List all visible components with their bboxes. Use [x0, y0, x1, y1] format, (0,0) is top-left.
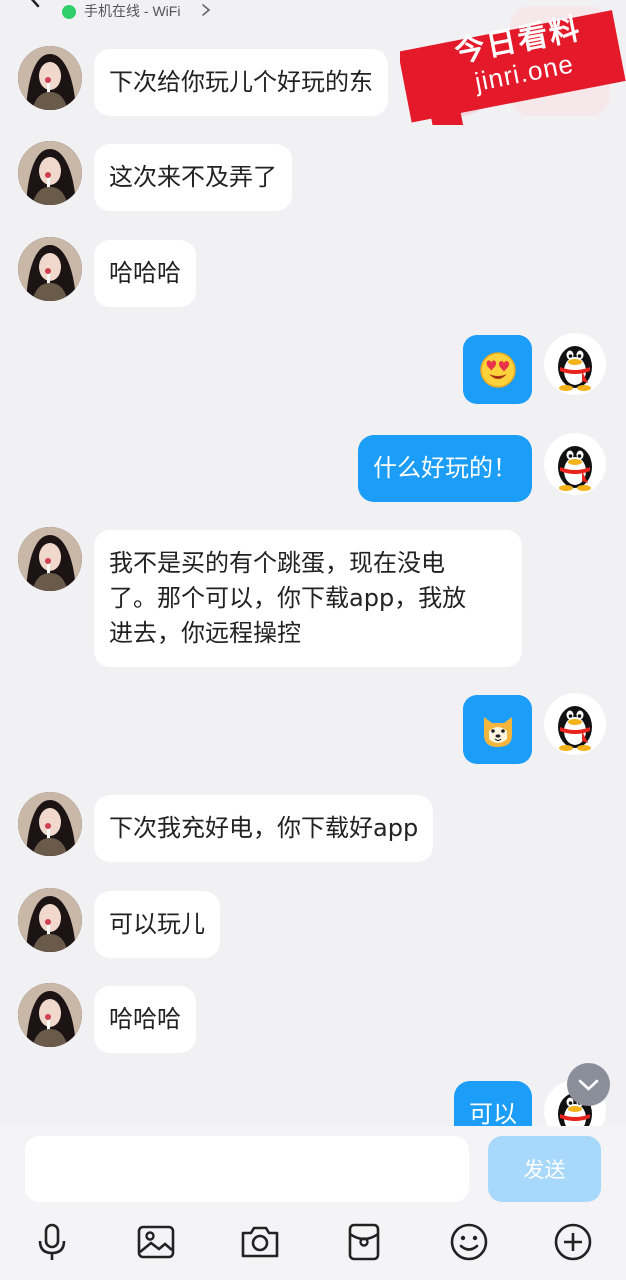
back-icon[interactable] [24, 0, 46, 8]
chat-message-list[interactable]: 下次给你玩儿个好玩的东 这次来不及弄了 哈哈哈 什么好玩的！ 我不是买的有个跳蛋… [0, 0, 626, 1126]
microphone-icon[interactable] [30, 1220, 74, 1264]
message-text-line: 进去，你远程操控 [109, 619, 301, 647]
contact-avatar[interactable] [18, 237, 82, 301]
message-text: 下次给你玩儿个好玩的东 [109, 68, 373, 96]
message-bubble-incoming[interactable]: 可以玩儿 [94, 891, 220, 958]
message-bubble-incoming[interactable]: 哈哈哈 [94, 986, 196, 1053]
message-bubble-incoming[interactable]: 下次我充好电，你下载好app [94, 795, 434, 862]
message-text: 可以玩儿 [109, 910, 205, 938]
contact-avatar[interactable] [18, 46, 82, 110]
message-text: 什么好玩的！ [373, 454, 517, 482]
online-status-text: 手机在线 - WiFi [84, 3, 181, 19]
emoji-icon[interactable] [447, 1220, 491, 1264]
my-avatar[interactable] [544, 333, 606, 395]
online-status-dot [62, 5, 76, 19]
scroll-to-bottom-button[interactable] [567, 1063, 610, 1106]
camera-icon[interactable] [238, 1220, 282, 1264]
message-bubble-incoming[interactable]: 哈哈哈 [94, 240, 196, 307]
contact-avatar[interactable] [18, 792, 82, 856]
message-bubble-incoming[interactable]: 这次来不及弄了 [94, 144, 292, 211]
message-text: 下次我充好电，你下载好app [109, 814, 419, 842]
message-text: 哈哈哈 [109, 1005, 181, 1033]
message-bubble-outgoing-emoji[interactable] [463, 695, 532, 764]
message-bubble-outgoing-emoji[interactable] [463, 335, 532, 404]
contact-avatar[interactable] [18, 527, 82, 591]
message-input-bar: 发送 [0, 1126, 626, 1216]
message-text: 哈哈哈 [109, 259, 181, 287]
message-bubble-incoming[interactable]: 我不是买的有个跳蛋，现在没电 了。那个可以，你下载app，我放 进去，你远程操控 [94, 530, 522, 667]
message-text: 这次来不及弄了 [109, 163, 277, 191]
chevron-right-icon[interactable] [200, 3, 212, 17]
shiba-dog-emoji-icon [484, 717, 512, 747]
message-bubble-incoming[interactable]: 下次给你玩儿个好玩的东 [94, 49, 388, 116]
contact-avatar[interactable] [18, 983, 82, 1047]
contact-avatar[interactable] [18, 141, 82, 205]
message-text: 可以 [469, 1100, 517, 1126]
input-toolbar [0, 1216, 626, 1280]
contact-avatar[interactable] [18, 888, 82, 952]
chevron-down-icon [578, 1079, 599, 1091]
message-bubble-outgoing[interactable]: 可以 [454, 1081, 532, 1126]
message-bubble-outgoing[interactable]: 什么好玩的！ [358, 435, 532, 502]
message-input[interactable] [25, 1136, 469, 1202]
send-button[interactable]: 发送 [488, 1136, 601, 1202]
my-avatar[interactable] [544, 433, 606, 495]
message-text-line: 了。那个可以，你下载app，我放 [109, 584, 467, 612]
watermark-logo: 今日看料 jinri.one [397, 0, 626, 139]
red-packet-icon[interactable] [342, 1220, 386, 1264]
plus-icon[interactable] [551, 1220, 595, 1264]
message-text-line: 我不是买的有个跳蛋，现在没电 [109, 549, 445, 577]
my-avatar[interactable] [544, 693, 606, 755]
heart-eyes-emoji-icon [480, 352, 516, 388]
image-icon[interactable] [134, 1220, 178, 1264]
